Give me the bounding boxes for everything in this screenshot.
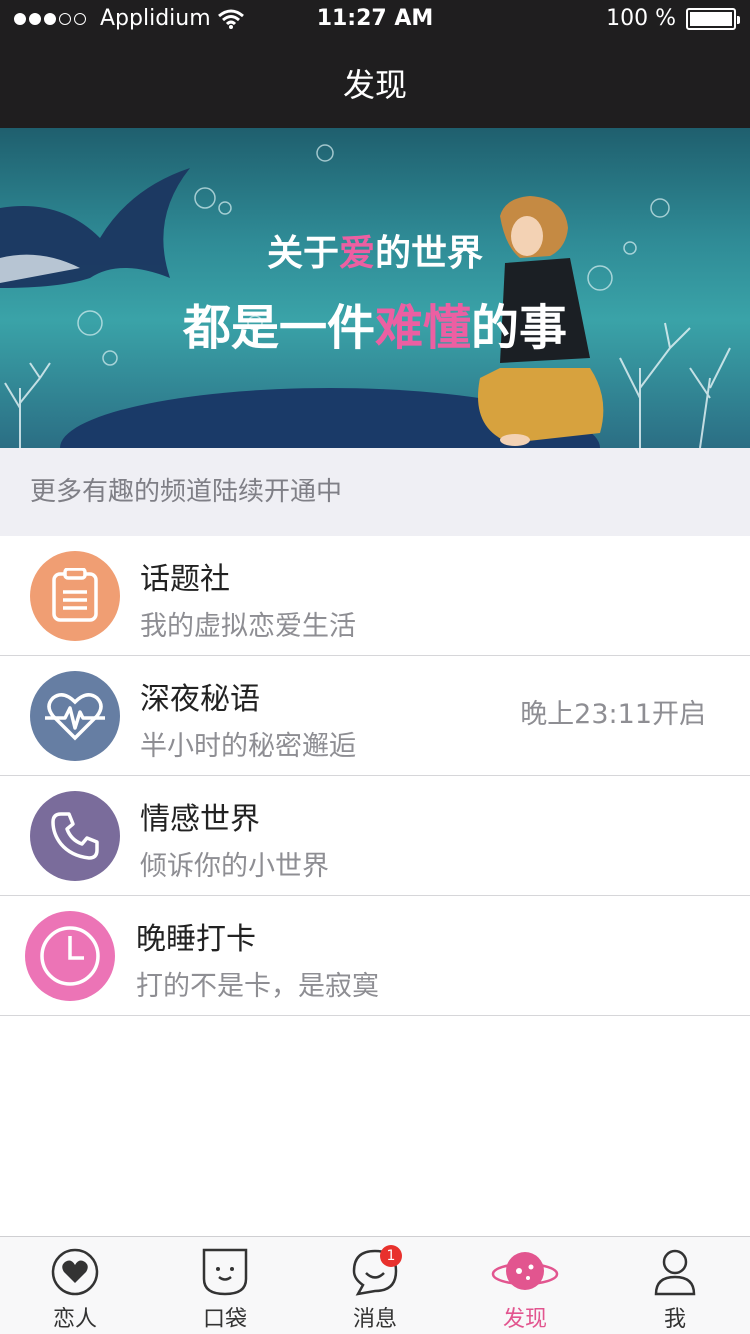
list-item[interactable]: 深夜秘语 半小时的秘密邂逅 晚上23:11开启 [0,656,750,776]
item-subtitle: 倾诉你的小世界 [140,851,329,882]
tab-label: 我 [663,1307,686,1332]
item-title: 话题社 [140,562,230,597]
battery-icon [686,7,740,30]
tab-pocket[interactable]: 口袋 [150,1237,300,1334]
banner[interactable]: 关于爱的世界 都是一件难懂的事 [0,128,750,448]
section-header: 更多有趣的频道陆续开通中 [0,448,750,536]
status-bar: Applidium 11:27 AM 100 % [0,0,750,40]
list-item[interactable]: 情感世界 倾诉你的小世界 [0,776,750,896]
user-icon [654,1249,696,1296]
tab-label: 发现 [502,1307,547,1332]
item-title: 情感世界 [140,802,260,837]
item-title: 晚睡打卡 [136,922,256,957]
banner-highlight: 爱 [338,233,375,274]
item-open-time: 晚上23:11开启 [520,699,706,730]
tab-label: 口袋 [202,1307,247,1332]
item-subtitle: 半小时的秘密邂逅 [140,731,356,762]
banner-headline-1: 关于爱的世界 [0,224,750,276]
clock-icon [25,911,115,1001]
banner-text: 的世界 [375,233,484,274]
heartbeat-icon [30,671,120,761]
item-subtitle: 我的虚拟恋爱生活 [140,611,356,642]
banner-text: 都是一件 [182,300,375,356]
tab-label: 恋人 [52,1307,97,1332]
banner-text: 关于 [266,233,339,274]
list-item[interactable]: 话题社 我的虚拟恋爱生活 [0,536,750,656]
tab-lover[interactable]: 恋人 [0,1237,150,1334]
channel-list: 话题社 我的虚拟恋爱生活 深夜秘语 半小时的秘密邂逅 晚上23:11开启 情感世… [0,536,750,1016]
item-subtitle: 打的不是卡，是寂寞 [136,971,379,1002]
planet-icon [491,1252,559,1290]
tab-messages[interactable]: 1 消息 [300,1237,450,1334]
top-bar: Applidium 11:27 AM 100 % 发现 [0,0,750,128]
status-right: 100 % [606,6,740,31]
heart-icon [51,1248,99,1296]
battery-percent: 100 % [606,6,676,31]
tab-discover[interactable]: 发现 [450,1237,600,1334]
pocket-icon [202,1248,248,1296]
banner-text: 的事 [471,300,568,356]
clipboard-icon [30,551,120,641]
tab-bar: 恋人 口袋 1 消息 发现 我 [0,1236,750,1334]
phone-icon [30,791,120,881]
item-title: 深夜秘语 [140,682,260,717]
banner-headline-2: 都是一件难懂的事 [0,288,750,358]
banner-highlight: 难懂 [374,300,471,356]
page-title: 发现 [342,66,407,104]
unread-badge: 1 [380,1245,402,1267]
tab-me[interactable]: 我 [600,1237,750,1334]
list-item[interactable]: 晚睡打卡 打的不是卡，是寂寞 [0,896,750,1016]
tab-label: 消息 [352,1307,397,1332]
